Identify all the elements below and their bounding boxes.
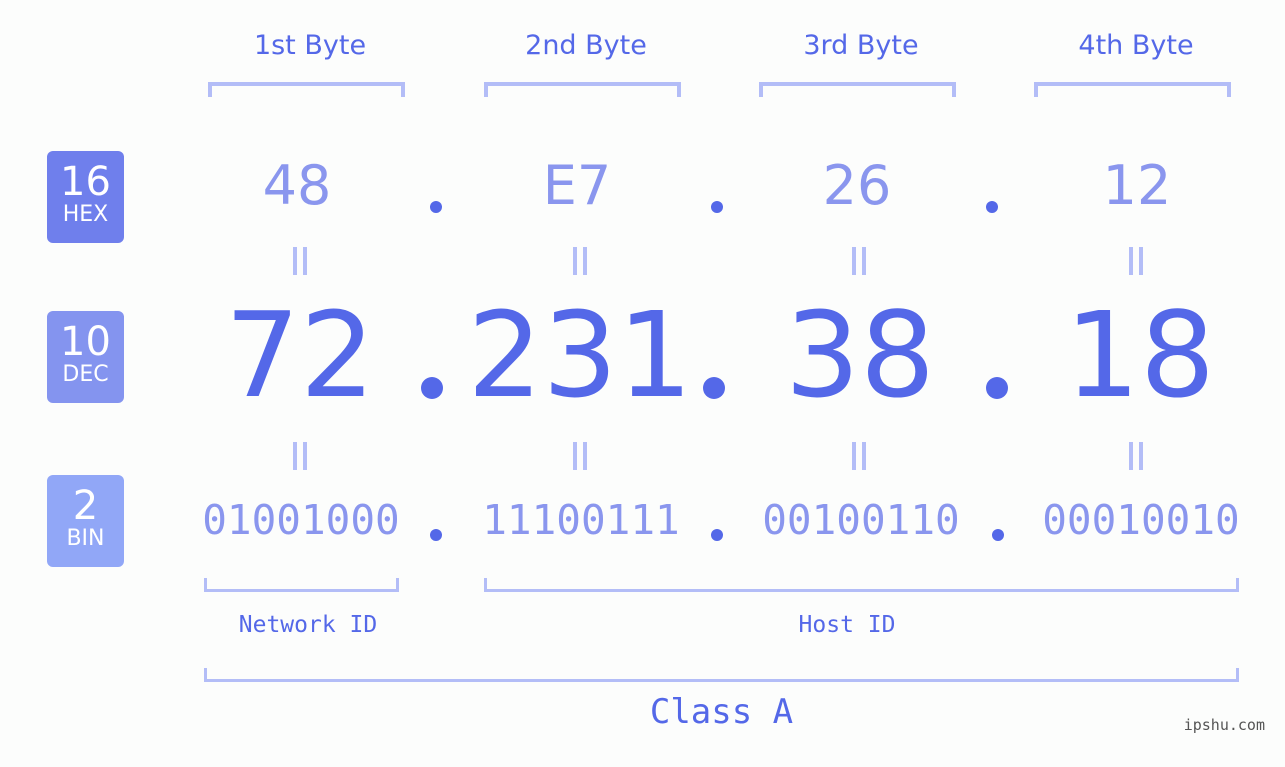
dec-separator-1 <box>421 377 443 399</box>
class-label: Class A <box>649 692 794 732</box>
equals-icon <box>289 247 311 275</box>
dec-separator-2 <box>703 377 725 399</box>
network-id-bracket <box>204 578 399 592</box>
hex-byte-2: E7 <box>542 154 612 217</box>
hex-byte-4: 12 <box>1102 154 1172 217</box>
bin-byte-4: 00010010 <box>1042 496 1240 544</box>
dec-byte-1: 72 <box>224 286 376 424</box>
host-id-bracket <box>484 578 1239 592</box>
hex-byte-1: 48 <box>262 154 332 217</box>
bin-separator-1 <box>430 529 442 541</box>
byte-header-4: 4th Byte <box>1078 30 1194 61</box>
dec-byte-2: 231 <box>467 286 693 424</box>
dec-badge-label: DEC <box>62 362 109 387</box>
bin-byte-1: 01001000 <box>202 496 400 544</box>
hex-badge-base: 16 <box>60 159 111 205</box>
byte-header-2: 2nd Byte <box>525 30 647 61</box>
equals-icon <box>1125 442 1147 470</box>
hex-separator-2 <box>711 201 723 213</box>
byte-bracket-2 <box>484 82 681 97</box>
bin-byte-3: 00100110 <box>762 496 960 544</box>
bin-separator-3 <box>992 529 1004 541</box>
dec-separator-3 <box>986 377 1008 399</box>
equals-icon <box>569 247 591 275</box>
hex-byte-3: 26 <box>822 154 892 217</box>
hex-separator-3 <box>986 201 998 213</box>
byte-header-1: 1st Byte <box>253 30 367 61</box>
equals-icon <box>1125 247 1147 275</box>
network-id-label: Network ID <box>238 612 378 638</box>
byte-header-3: 3rd Byte <box>803 30 919 61</box>
watermark: ipshu.com <box>1183 716 1265 734</box>
bin-byte-2: 11100111 <box>482 496 680 544</box>
host-id-label: Host ID <box>798 612 896 638</box>
byte-bracket-4 <box>1034 82 1231 97</box>
dec-badge-base: 10 <box>60 319 111 365</box>
equals-icon <box>569 442 591 470</box>
bin-badge-label: BIN <box>66 526 105 551</box>
bin-badge-base: 2 <box>72 483 99 529</box>
hex-badge-label: HEX <box>62 202 109 227</box>
bin-badge: 2 BIN <box>47 475 124 567</box>
byte-bracket-1 <box>208 82 405 97</box>
hex-badge: 16 HEX <box>47 151 124 243</box>
equals-icon <box>848 247 870 275</box>
dec-byte-4: 18 <box>1064 286 1216 424</box>
bin-separator-2 <box>711 529 723 541</box>
dec-byte-3: 38 <box>784 286 936 424</box>
equals-icon <box>848 442 870 470</box>
hex-separator-1 <box>430 201 442 213</box>
byte-bracket-3 <box>759 82 956 97</box>
equals-icon <box>289 442 311 470</box>
class-bracket <box>204 668 1239 682</box>
dec-badge: 10 DEC <box>47 311 124 403</box>
